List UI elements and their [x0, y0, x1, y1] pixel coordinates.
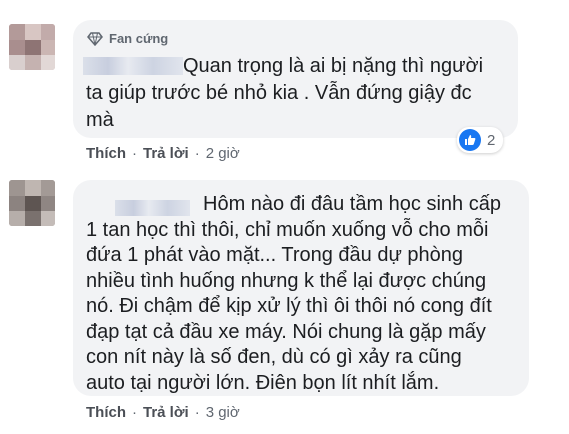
comment-actions: Thích · Trả lời · 2 giờ [86, 145, 240, 162]
comment-text-line: auto tại người lớn. Điên bọn lít nhít lắ… [86, 371, 440, 394]
comment-text-line: đạp tạt cả đầu xe máy. Nói chung là gặp … [86, 320, 486, 343]
comment-actions: Thích · Trả lời · 3 giờ [86, 404, 240, 421]
timestamp[interactable]: 3 giờ [206, 404, 240, 421]
separator: · [194, 145, 200, 162]
blurred-author-name[interactable] [115, 200, 190, 216]
fan-badge: Fan cứng [87, 31, 168, 46]
comment-bubble: Fan cứng Quan trọng là ai bị nặng thì ng… [73, 20, 518, 138]
timestamp[interactable]: 2 giờ [206, 145, 240, 162]
diamond-icon [87, 31, 103, 46]
comment-text-line: mà [86, 109, 114, 131]
comment-text-line: đứa 1 phát vào mặt... Trong đầu dự phòng [86, 244, 464, 266]
reaction-count: 2 [487, 131, 496, 149]
comment-text-line: con nít này là số đen, dù có gì xảy ra c… [86, 346, 462, 368]
like-icon [459, 129, 481, 151]
comment-text-line: nó. Đi chậm để kịp xử lý thì ôi thôi nó … [86, 295, 492, 317]
like-link[interactable]: Thích [86, 145, 126, 162]
comment-text-line: Hôm nào đi đâu tầm học sinh cấp [203, 193, 501, 215]
comment-text-line: ta giúp trước bé nhỏ kia . Vẫn đứng giậy… [86, 82, 472, 104]
separator: · [132, 145, 137, 162]
reply-link[interactable]: Trả lời [143, 145, 189, 162]
separator: · [132, 404, 137, 421]
comment-bubble: Hôm nào đi đâu tầm học sinh cấp 1 tan họ… [73, 180, 529, 396]
comment-text-line: Quan trọng là ai bị nặng thì người [183, 55, 484, 77]
badge-label: Fan cứng [109, 31, 169, 46]
reply-link[interactable]: Trả lời [143, 404, 189, 421]
separator: · [194, 404, 200, 421]
blurred-author-name[interactable] [83, 57, 183, 75]
avatar[interactable] [9, 180, 55, 226]
comment-text-line: nhiều tình huống nhưng k thể lại được ch… [86, 269, 487, 292]
avatar[interactable] [9, 24, 55, 70]
comment-text-line: 1 tan học thì thôi, chỉ muốn xuống vỗ ch… [86, 218, 489, 241]
like-link[interactable]: Thích [86, 404, 126, 421]
reaction-summary[interactable]: 2 [457, 127, 504, 153]
